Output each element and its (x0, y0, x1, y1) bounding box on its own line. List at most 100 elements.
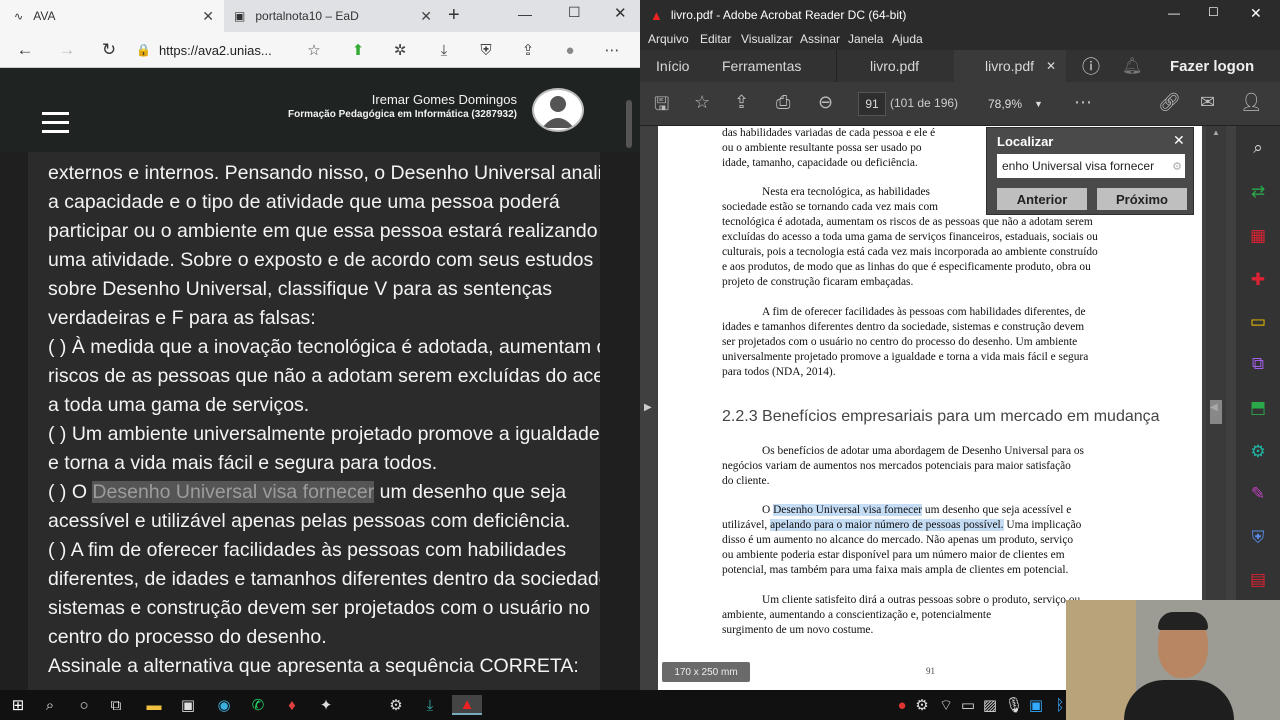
cortana-icon[interactable]: ○ (74, 695, 94, 715)
more-icon[interactable]: ⋯ (600, 38, 624, 62)
close-tab-icon[interactable]: ✕ (202, 8, 214, 25)
new-tab-button[interactable]: + (448, 4, 460, 27)
task-view-icon[interactable]: ⧉ (106, 695, 126, 715)
edit-pdf-icon[interactable]: ⬒ (1248, 398, 1268, 418)
close-icon[interactable]: ✕ (1173, 132, 1185, 149)
installer-icon[interactable]: ⤓ (420, 695, 440, 715)
forward-arrow-icon[interactable]: → (54, 38, 80, 62)
login-button[interactable]: Fazer logon (1170, 50, 1254, 82)
left-panel-toggle-icon[interactable]: ▶ (644, 402, 652, 413)
minimize-icon[interactable]: — (1168, 6, 1180, 20)
collections-icon[interactable]: ⬆ (346, 38, 370, 62)
notification-bell-icon[interactable]: 🔔︎ (1122, 50, 1142, 82)
pdf-text: O (762, 504, 774, 516)
menu-assinar[interactable]: Assinar (800, 32, 840, 46)
right-panel-toggle-icon[interactable]: ◀ (1210, 402, 1218, 413)
game-icon[interactable]: ✦ (316, 695, 336, 715)
tab-ferramentas[interactable]: Ferramentas (722, 50, 801, 82)
tray-app-icon[interactable]: ▨ (980, 695, 1000, 715)
upload-icon[interactable]: ⇪ (734, 92, 749, 113)
help-icon[interactable]: ⓘ (1082, 50, 1100, 82)
pdf-line: tecnológica é adotada, aumentam os risco… (722, 216, 1093, 228)
record-icon[interactable]: ● (892, 695, 912, 715)
zoom-select[interactable]: 78,9% ▼ (988, 92, 1052, 116)
favorite-star-icon[interactable]: ☆ (302, 38, 326, 62)
search-icon[interactable]: ⌕ (40, 695, 60, 715)
tab-doc-livro-2[interactable]: livro.pdf ✕ (954, 50, 1066, 82)
scan-icon[interactable]: ⚙ (1248, 442, 1268, 462)
email-icon[interactable]: ✉ (1200, 92, 1215, 113)
tray-app-icon[interactable]: ▣ (1026, 695, 1046, 715)
profile-icon[interactable]: ● (558, 38, 582, 62)
pdf-line: ou ambiente poderia estar disponível par… (722, 549, 1065, 561)
selected-text: Desenho Universal visa fornecer (92, 481, 375, 503)
protect-icon[interactable]: ⛨ (1248, 528, 1268, 548)
tab-ava[interactable]: ∿ AVA ✕ (0, 0, 224, 32)
whatsapp-icon[interactable]: ✆ (248, 695, 268, 715)
refresh-icon[interactable]: ↻ (96, 38, 122, 62)
menu-janela[interactable]: Janela (848, 32, 883, 46)
user-add-icon[interactable]: 👤︎ (1240, 92, 1263, 113)
export-pdf-icon[interactable]: ⇄ (1248, 182, 1268, 202)
security-icon[interactable]: ⛨ (474, 38, 498, 62)
wifi-icon[interactable]: ⌔ (936, 695, 956, 715)
create-pdf-icon[interactable]: ✚ (1248, 270, 1268, 290)
avatar[interactable] (532, 88, 584, 132)
app-icon[interactable]: ♦ (282, 695, 302, 715)
page-number-input[interactable]: 91 (858, 92, 886, 116)
windows-start-icon[interactable]: ⊞ (8, 695, 28, 715)
find-settings-icon[interactable]: ⚙ (1172, 160, 1182, 173)
organize-pages-icon[interactable]: ▦ (1248, 226, 1268, 246)
print-icon[interactable]: ⎙ (776, 92, 790, 113)
close-window-icon[interactable]: ✕ (1250, 5, 1262, 22)
previous-button[interactable]: Anterior (997, 188, 1087, 210)
maximize-icon[interactable]: ☐ (1208, 5, 1219, 19)
acrobat-title-bar: ▲ livro.pdf - Adobe Acrobat Reader DC (6… (640, 0, 1280, 30)
pdf-line: potencial, mas também para uma faixa mai… (722, 564, 1069, 576)
link-icon[interactable]: 🔗︎ (1158, 92, 1181, 113)
edge-icon[interactable]: ◉ (214, 695, 234, 715)
menu-arquivo[interactable]: Arquivo (648, 32, 689, 46)
minimize-icon[interactable]: — (518, 6, 532, 22)
tab-portalnota10[interactable]: ▣ portalnota10 – EaD ✕ (226, 0, 440, 32)
portal-tab-icon: ▣ (234, 9, 246, 23)
menu-ajuda[interactable]: Ajuda (892, 32, 923, 46)
combine-files-icon[interactable]: ⧉ (1248, 354, 1268, 374)
save-icon[interactable]: 🖫︎ (654, 92, 669, 122)
fill-sign-icon[interactable]: ✎ (1248, 484, 1268, 504)
more-tools-sidebar-icon[interactable]: ▤ (1248, 570, 1268, 590)
page-scrollbar[interactable] (626, 100, 632, 148)
tab-doc-label: livro.pdf (985, 58, 1035, 74)
bookmark-star-icon[interactable]: ☆ (694, 92, 710, 113)
store-icon[interactable]: ▣ (178, 695, 198, 715)
extensions-icon[interactable]: ✲ (388, 38, 412, 62)
maximize-icon[interactable]: ☐ (568, 4, 581, 21)
settings-icon[interactable]: ⚙ (386, 695, 406, 715)
share-icon[interactable]: ⇪ (516, 38, 540, 62)
close-window-icon[interactable]: ✕ (614, 4, 627, 22)
question-line: e torna a vida mais fácil e segura para … (48, 452, 438, 474)
back-arrow-icon[interactable]: ← (12, 38, 38, 62)
download-icon[interactable]: ⤓ (432, 38, 456, 62)
find-input[interactable]: enho Universal visa fornecer ⚙ (997, 154, 1185, 178)
search-icon[interactable]: ⌕ (1248, 138, 1268, 158)
network-icon[interactable]: ▭ (958, 695, 978, 715)
acrobat-taskbar-icon[interactable]: ▲ (452, 695, 482, 715)
comment-icon[interactable]: ▭ (1248, 312, 1268, 332)
microphone-icon[interactable]: 🎙︎ (1004, 695, 1024, 715)
zoom-out-icon[interactable]: ⊖ (818, 92, 833, 113)
question-line: uma atividade. Sobre o exposto e de acor… (48, 249, 594, 271)
file-explorer-icon[interactable]: ▬ (144, 695, 164, 715)
tab-doc-livro-1[interactable]: livro.pdf (836, 50, 954, 82)
menu-visualizar[interactable]: Visualizar (741, 32, 793, 46)
menu-editar[interactable]: Editar (700, 32, 731, 46)
close-tab-icon[interactable]: ✕ (420, 8, 432, 25)
more-tools-icon[interactable]: ⋯ (1074, 92, 1092, 113)
tab-inicio[interactable]: Início (656, 50, 689, 82)
pdf-line: e aos produtos, de modo que as linhas do… (722, 261, 1091, 273)
next-button[interactable]: Próximo (1097, 188, 1187, 210)
scroll-up-icon[interactable]: ▲ (1212, 128, 1220, 137)
system-tray-icon[interactable]: ⚙ (912, 695, 932, 715)
hamburger-menu-icon[interactable] (42, 112, 69, 136)
close-tab-icon[interactable]: ✕ (1046, 59, 1056, 73)
